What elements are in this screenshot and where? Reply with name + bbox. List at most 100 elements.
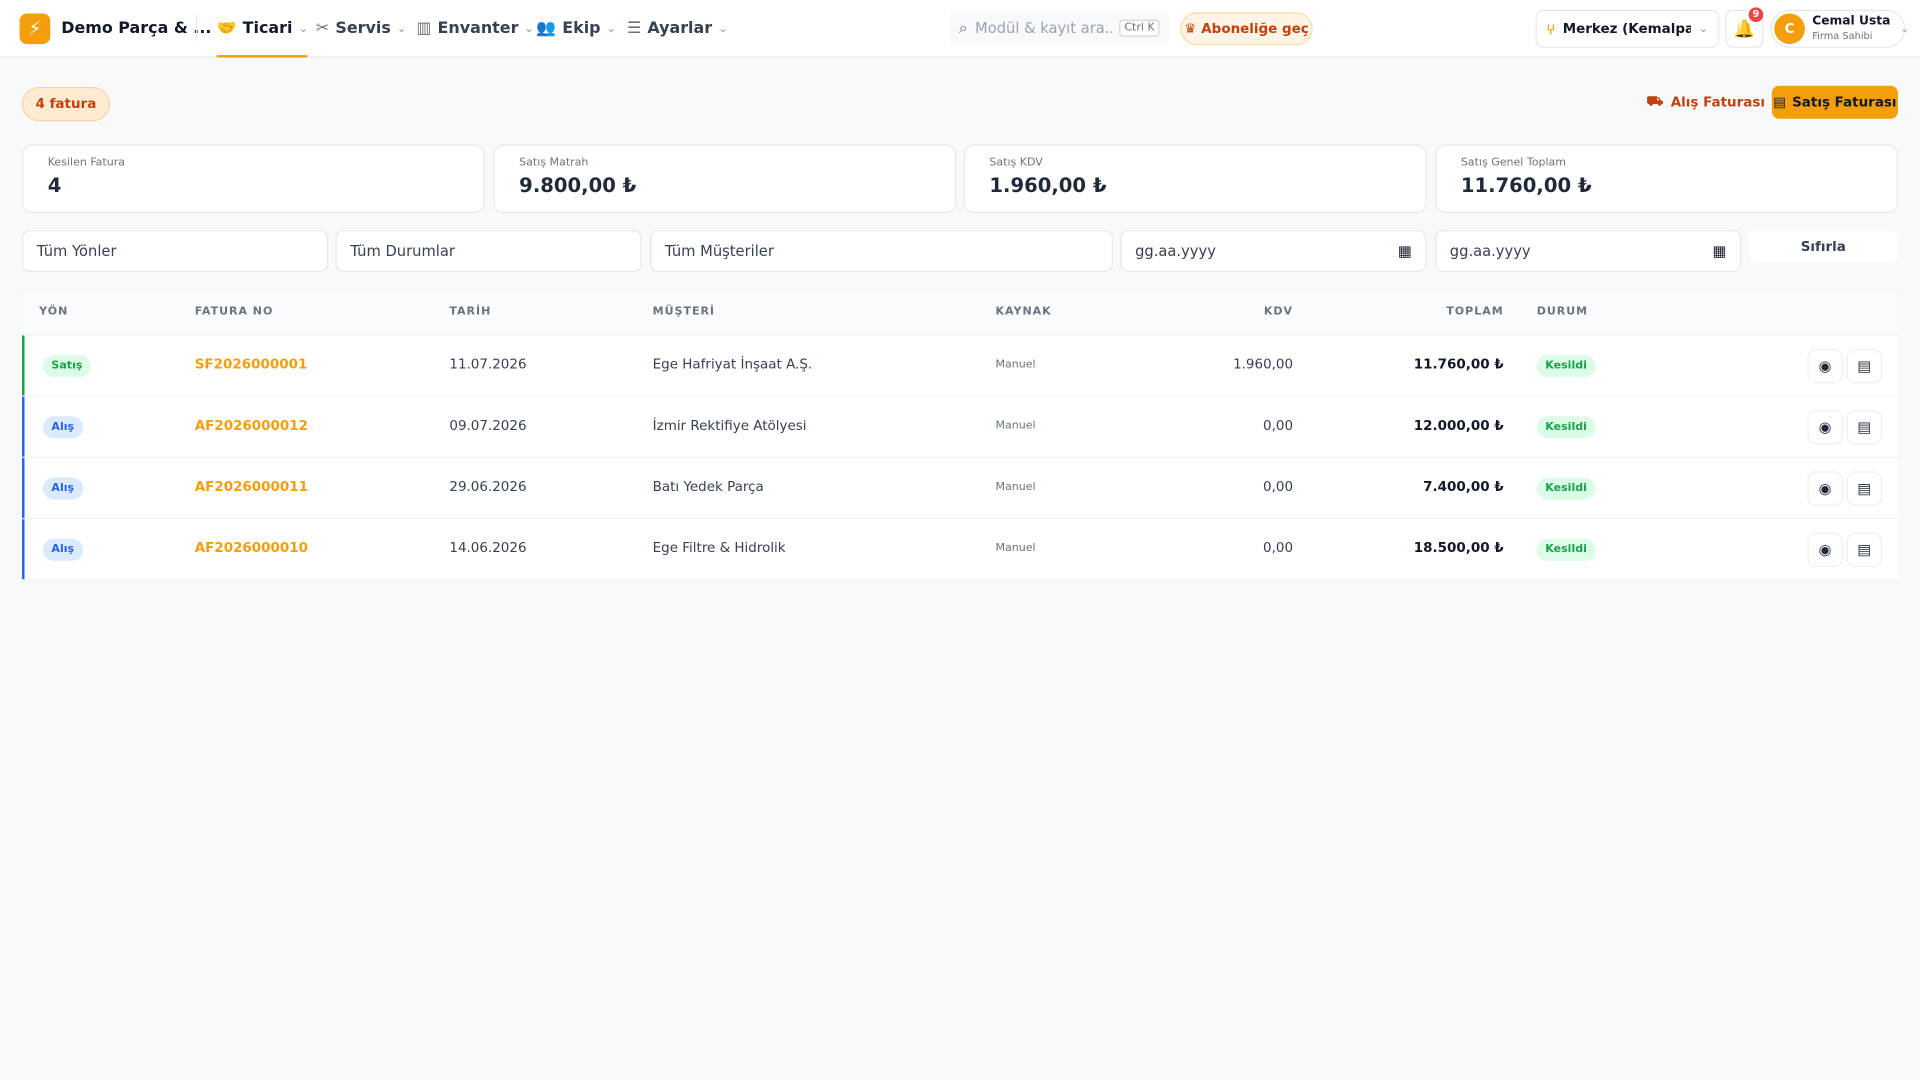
pdf-button[interactable]: ▤: [1846, 410, 1883, 445]
pdf-button[interactable]: ▤: [1846, 348, 1883, 384]
chevron-down-icon: ⌄: [524, 22, 534, 35]
direction-badge: Satış: [42, 355, 91, 378]
table-header: YÖN FATURA NO TARİH MÜŞTERİ KAYNAK KDV T…: [22, 290, 1898, 336]
invoice-number-link[interactable]: AF2026000012: [195, 418, 308, 434]
reset-filters-button[interactable]: Sıfırla: [1748, 230, 1898, 263]
direction-badge: Alış: [42, 416, 83, 439]
global-search-input[interactable]: ⌕ Modül & kayıt ara... Ctrl K: [948, 11, 1170, 46]
sliders-icon: ☰: [626, 19, 642, 38]
document-icon: ▤: [1773, 94, 1786, 111]
table-row[interactable]: Satış SF2026000001 11.07.2026 Ege Hafriy…: [22, 335, 1898, 397]
pdf-button[interactable]: ▤: [1846, 471, 1883, 506]
date-from-input[interactable]: gg.aa.yyyy ▦: [1120, 230, 1427, 272]
search-placeholder: Modül & kayıt ara...: [975, 19, 1113, 37]
nav-label: Servis: [335, 19, 391, 38]
eye-icon: ◉: [1818, 418, 1832, 436]
subscribe-button[interactable]: ♛ Aboneliğe geç: [1180, 12, 1313, 46]
view-button[interactable]: ◉: [1807, 532, 1843, 567]
source-label: Manuel: [995, 358, 1036, 372]
direction-indicator-bar: [22, 396, 25, 457]
column-header-total[interactable]: TOPLAM: [1446, 306, 1503, 318]
branch-selector[interactable]: ⑂ Merkez (Kemalpa... ⌄: [1535, 9, 1720, 48]
vat-amount: 0,00: [1263, 417, 1294, 434]
eye-icon: ◉: [1818, 357, 1832, 375]
invoice-date: 11.07.2026: [449, 356, 527, 373]
stat-card-sales-base: Satış Matrah 9.800,00 ₺: [493, 144, 957, 214]
calendar-icon[interactable]: ▦: [1713, 242, 1727, 259]
source-label: Manuel: [995, 542, 1036, 555]
column-header-source[interactable]: KAYNAK: [996, 306, 1052, 318]
user-info: Cemal Usta Firma Sahibi: [1812, 15, 1890, 43]
lightning-logo-icon[interactable]: ⚡: [19, 13, 51, 45]
nav-ekip[interactable]: 👥 Ekip ⌄: [536, 0, 616, 58]
column-header-date[interactable]: TARİH: [449, 306, 491, 318]
crown-icon: ♛: [1184, 20, 1197, 37]
table-row[interactable]: Alış AF2026000010 14.06.2026 Ege Filtre …: [22, 519, 1898, 581]
nav-envanter[interactable]: ▥ Envanter ⌄: [416, 0, 533, 58]
pdf-document-icon: ▤: [1857, 541, 1872, 559]
nav-servis[interactable]: ✂ Servis ⌄: [316, 0, 406, 58]
eye-icon: ◉: [1818, 480, 1832, 498]
direction-indicator-bar: [22, 335, 25, 396]
customer-filter-select[interactable]: Tüm Müşteriler: [650, 230, 1114, 272]
status-badge: Kesildi: [1536, 416, 1596, 439]
invoice-number-link[interactable]: AF2026000011: [195, 479, 308, 495]
column-header-vat[interactable]: KDV: [1264, 306, 1293, 318]
chevron-down-icon: ⌄: [1698, 22, 1709, 35]
direction-indicator-bar: [22, 519, 25, 580]
pdf-document-icon: ▤: [1857, 480, 1872, 498]
vat-amount: 1.960,00: [1233, 356, 1294, 373]
top-navigation-bar: ⚡ Demo Parça & ... 🤝 Ticari ⌄ ✂ Servis ⌄…: [0, 0, 1920, 58]
team-icon: 👥: [536, 19, 557, 38]
vat-amount: 0,00: [1263, 478, 1294, 495]
pdf-document-icon: ▤: [1857, 357, 1872, 375]
column-header-invoice-no[interactable]: FATURA NO: [195, 306, 274, 318]
company-name[interactable]: Demo Parça & ...: [61, 20, 211, 38]
status-badge: Kesildi: [1536, 538, 1596, 561]
view-button[interactable]: ◉: [1807, 471, 1843, 506]
invoice-date: 14.06.2026: [449, 540, 527, 556]
date-to-input[interactable]: gg.aa.yyyy ▦: [1435, 230, 1742, 272]
stat-card-sales-vat: Satış KDV 1.960,00 ₺: [963, 144, 1427, 214]
eye-icon: ◉: [1818, 541, 1832, 559]
branch-name: Merkez (Kemalpa...: [1562, 20, 1692, 37]
purchase-invoice-label: Alış Faturası: [1670, 94, 1765, 111]
status-badge: Kesildi: [1536, 355, 1596, 378]
keyboard-shortcut-hint: Ctrl K: [1119, 19, 1160, 37]
calendar-icon[interactable]: ▦: [1398, 242, 1412, 259]
customer-name: Ege Filtre & Hidrolik: [652, 540, 786, 556]
divider: [195, 14, 198, 42]
user-menu[interactable]: C Cemal Usta Firma Sahibi ⌄: [1770, 9, 1909, 48]
nav-ticari[interactable]: 🤝 Ticari ⌄: [216, 0, 309, 58]
invoice-number-link[interactable]: SF2026000001: [195, 356, 308, 372]
pdf-button[interactable]: ▤: [1846, 532, 1883, 567]
nav-ayarlar[interactable]: ☰ Ayarlar ⌄: [627, 0, 728, 58]
status-filter-select[interactable]: Tüm Durumlar: [335, 230, 642, 272]
table-row[interactable]: Alış AF2026000011 29.06.2026 Batı Yedek …: [22, 457, 1898, 520]
view-button[interactable]: ◉: [1807, 348, 1843, 384]
subscribe-label: Aboneliğe geç: [1201, 20, 1309, 37]
status-filter-value: Tüm Durumlar: [350, 242, 455, 260]
column-header-status[interactable]: DURUM: [1537, 306, 1588, 318]
table-row[interactable]: Alış AF2026000012 09.07.2026 İzmir Rekti…: [22, 396, 1898, 458]
handshake-icon: 🤝: [216, 19, 237, 38]
chevron-down-icon: ⌄: [718, 22, 728, 35]
warehouse-icon: ▥: [416, 19, 432, 38]
sales-invoice-button[interactable]: ▤ Satış Faturası: [1771, 85, 1898, 119]
nav-label: Ekip: [562, 19, 601, 38]
view-button[interactable]: ◉: [1807, 410, 1843, 445]
direction-filter-select[interactable]: Tüm Yönler: [22, 230, 329, 272]
purchase-invoice-button[interactable]: ⛟ Alış Faturası: [1646, 86, 1766, 119]
direction-badge: Alış: [42, 538, 83, 561]
invoice-date: 09.07.2026: [449, 417, 527, 434]
total-amount: 11.760,00 ₺: [1413, 356, 1504, 373]
stat-card-sales-total: Satış Genel Toplam 11.760,00 ₺: [1435, 144, 1898, 214]
column-header-direction[interactable]: YÖN: [39, 306, 68, 318]
invoice-number-link[interactable]: AF2026000010: [195, 540, 308, 556]
customer-name: Batı Yedek Parça: [652, 478, 764, 495]
customer-filter-value: Tüm Müşteriler: [664, 242, 774, 260]
column-header-customer[interactable]: MÜŞTERİ: [653, 306, 715, 318]
branch-icon: ⑂: [1546, 20, 1556, 38]
sales-invoice-label: Satış Faturası: [1792, 94, 1897, 111]
chevron-down-icon: ⌄: [396, 22, 407, 35]
